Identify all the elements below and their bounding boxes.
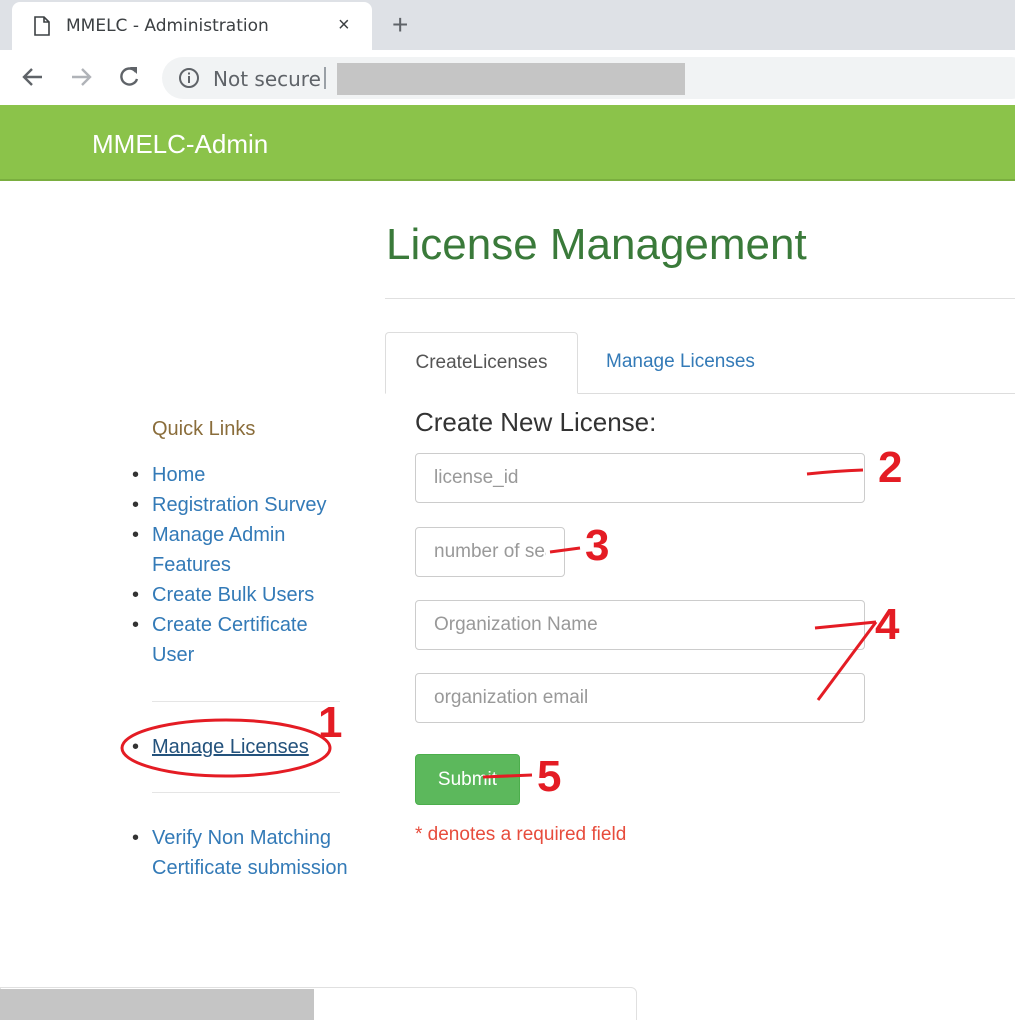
page-icon <box>34 16 50 41</box>
browser-toolbar: Not secure <box>0 50 1015 105</box>
registration-survey-link[interactable]: Registration Survey <box>152 494 327 516</box>
forward-arrow-icon[interactable] <box>68 64 94 90</box>
list-item: Manage Licenses <box>130 732 350 762</box>
tab-manage-licenses[interactable]: Manage Licenses <box>606 332 755 392</box>
form-heading: Create New License: <box>415 407 657 437</box>
annotation-label-3: 3 <box>585 521 610 570</box>
brand-link[interactable]: MMELC-Admin <box>92 129 268 160</box>
create-bulk-users-link[interactable]: Create Bulk Users <box>152 584 314 606</box>
title-divider <box>385 298 1015 299</box>
new-tab-icon[interactable]: + <box>392 10 408 40</box>
manage-licenses-list: Manage Licenses <box>130 732 350 762</box>
scrollbar-thumb[interactable] <box>0 989 314 1020</box>
reload-icon[interactable] <box>116 64 142 90</box>
annotation-label-5: 5 <box>537 752 562 801</box>
list-item: Create Certificate User <box>130 610 350 670</box>
address-bar[interactable]: Not secure <box>162 57 1015 99</box>
seats-input[interactable] <box>415 527 565 577</box>
browser-tab[interactable]: MMELC - Administration × <box>12 2 372 50</box>
quick-links-heading: Quick Links <box>152 418 256 440</box>
browser-tabstrip: MMELC - Administration × + <box>0 0 1015 50</box>
verify-certificate-link[interactable]: Verify Non Matching Certificate submissi… <box>152 827 348 879</box>
sidebar-divider <box>152 701 340 702</box>
tab-create-licenses[interactable]: CreateLicenses <box>385 332 578 394</box>
annotation-label-2: 2 <box>878 443 903 492</box>
license-id-input[interactable] <box>415 453 865 503</box>
organization-email-input[interactable] <box>415 673 865 723</box>
required-field-note: * denotes a required field <box>415 824 627 845</box>
info-icon[interactable] <box>178 67 200 94</box>
organization-name-input[interactable] <box>415 600 865 650</box>
back-arrow-icon[interactable] <box>20 64 46 90</box>
manage-admin-features-link[interactable]: Manage Admin Features <box>152 524 285 576</box>
screenshot-root: MMELC - Administration × + Not secure MM… <box>0 0 1015 1020</box>
annotation-label-4: 4 <box>875 600 900 649</box>
list-item: Registration Survey <box>130 490 350 520</box>
sidebar-divider <box>152 792 340 793</box>
list-item: Create Bulk Users <box>130 580 350 610</box>
quick-links-list: Home Registration Survey Manage Admin Fe… <box>130 460 350 670</box>
app-navbar: MMELC-Admin <box>0 105 1015 181</box>
manage-licenses-link[interactable]: Manage Licenses <box>152 736 309 758</box>
submit-button[interactable]: Submit <box>415 754 520 805</box>
list-item: Manage Admin Features <box>130 520 350 580</box>
create-certificate-user-link[interactable]: Create Certificate User <box>152 614 308 666</box>
tab-bar: CreateLicenses Manage Licenses <box>385 332 1015 394</box>
url-redacted <box>337 63 685 95</box>
list-item: Home <box>130 460 350 490</box>
verify-list: Verify Non Matching Certificate submissi… <box>130 823 350 883</box>
omnibox-divider <box>324 67 326 89</box>
home-link[interactable]: Home <box>152 464 205 486</box>
page-title: License Management <box>386 220 807 269</box>
list-item: Verify Non Matching Certificate submissi… <box>130 823 350 883</box>
browser-tab-title: MMELC - Administration <box>66 16 269 36</box>
close-icon[interactable]: × <box>338 14 350 37</box>
security-status: Not secure <box>213 67 321 91</box>
